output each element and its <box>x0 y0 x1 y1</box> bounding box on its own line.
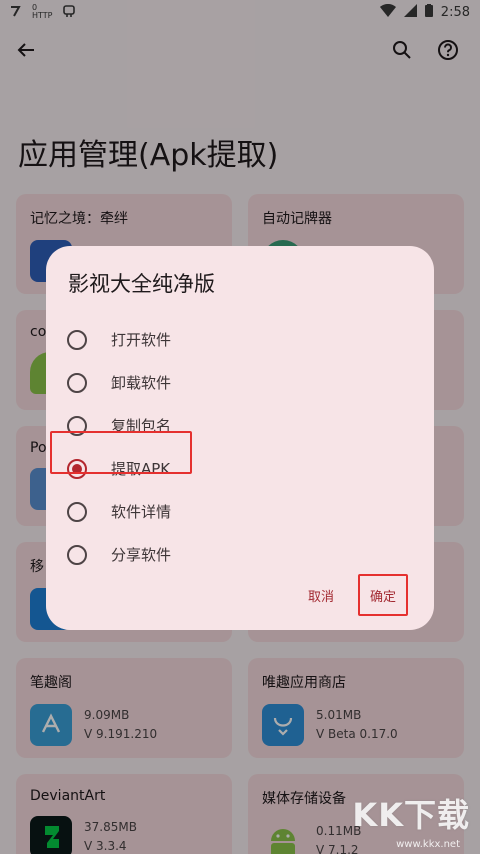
option-uninstall-app[interactable]: 卸载软件 <box>67 361 412 404</box>
option-label: 软件详情 <box>111 503 172 521</box>
ok-button[interactable]: 确定 <box>358 574 408 616</box>
radio-button[interactable] <box>67 544 87 565</box>
watermark-logo: KK下载 <box>352 796 470 834</box>
option-label: 打开软件 <box>111 331 172 349</box>
radio-button[interactable] <box>67 372 87 393</box>
selection-highlight-box <box>50 431 192 474</box>
radio-button[interactable] <box>67 501 87 522</box>
watermark-url: www.kkx.net <box>396 839 460 850</box>
dialog-title: 影视大全纯净版 <box>68 272 215 296</box>
option-label: 卸载软件 <box>111 374 172 392</box>
option-share-app[interactable]: 分享软件 <box>67 533 412 576</box>
option-app-details[interactable]: 软件详情 <box>67 490 412 533</box>
option-open-app[interactable]: 打开软件 <box>67 318 412 361</box>
radio-button[interactable] <box>67 329 87 350</box>
cancel-button[interactable]: 取消 <box>296 574 346 616</box>
option-label: 分享软件 <box>111 546 172 564</box>
